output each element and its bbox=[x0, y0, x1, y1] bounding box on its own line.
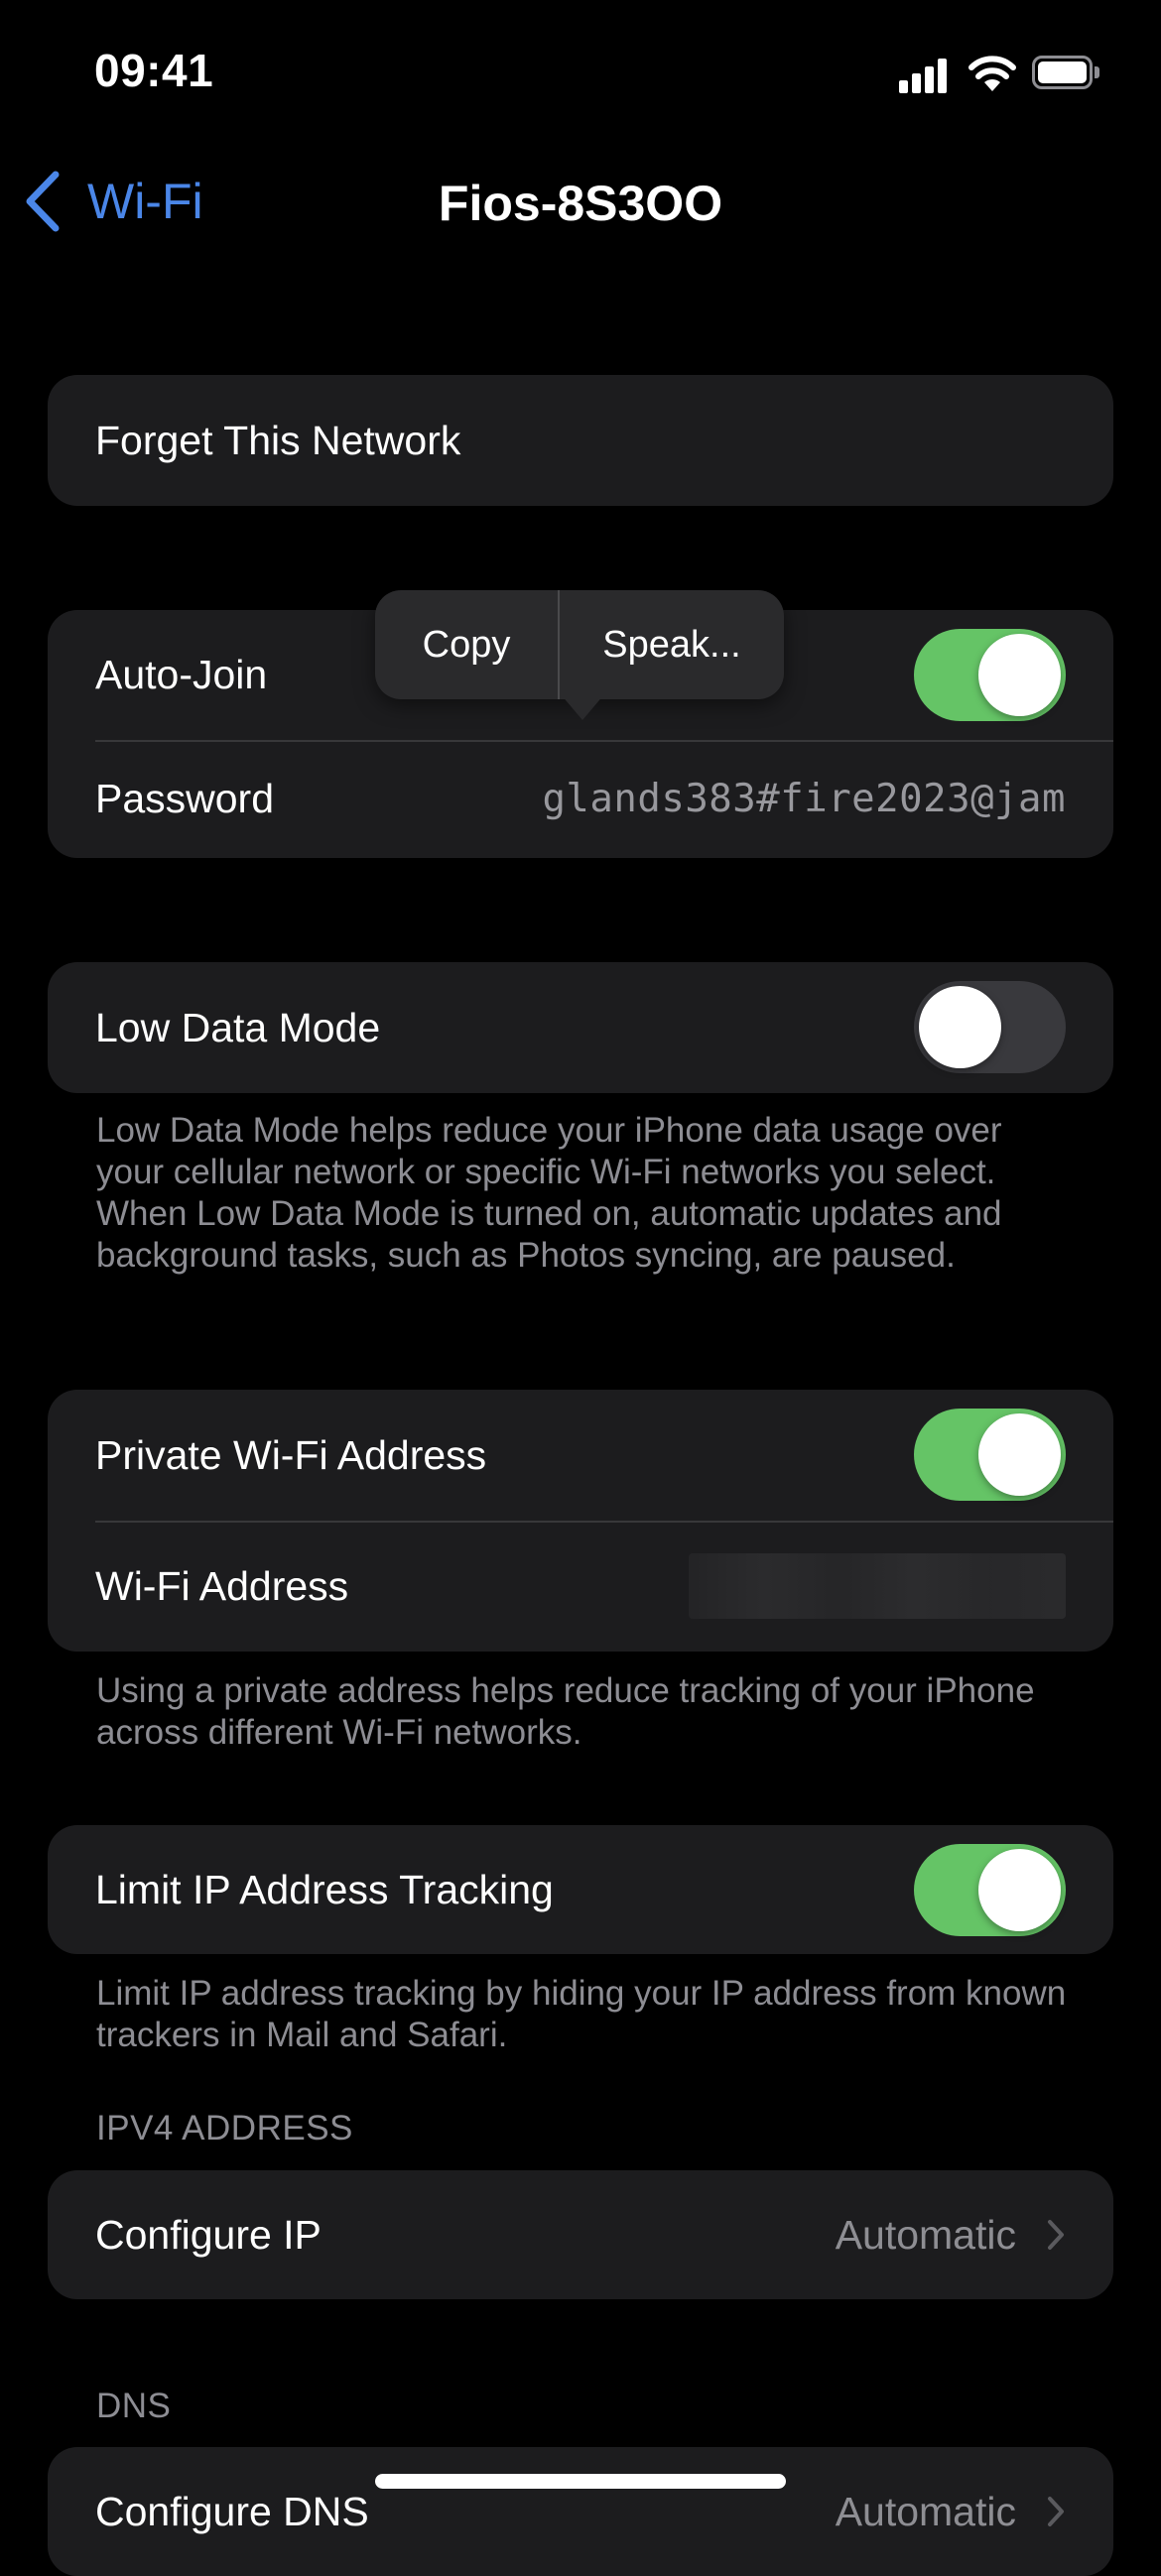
page-title: Fios-8S3OO bbox=[438, 176, 723, 231]
private-address-footer: Using a private address helps reduce tra… bbox=[96, 1671, 1035, 1752]
ipv4-card: Configure IP Automatic bbox=[48, 2170, 1113, 2299]
toggle-knob bbox=[919, 986, 1001, 1068]
wifi-address-value-redacted bbox=[689, 1553, 1066, 1619]
limit-ip-toggle[interactable] bbox=[914, 1844, 1066, 1936]
auto-join-toggle[interactable] bbox=[914, 629, 1066, 721]
low-data-label: Low Data Mode bbox=[95, 1004, 381, 1050]
status-time: 09:41 bbox=[94, 45, 214, 96]
private-address-toggle[interactable] bbox=[914, 1409, 1066, 1501]
configure-dns-row[interactable]: Configure DNS Automatic bbox=[48, 2447, 1113, 2576]
dns-card: Configure DNS Automatic bbox=[48, 2447, 1113, 2576]
limit-ip-label: Limit IP Address Tracking bbox=[95, 1866, 554, 1912]
configure-ip-row[interactable]: Configure IP Automatic bbox=[48, 2170, 1113, 2299]
copy-button[interactable]: Copy bbox=[375, 590, 558, 699]
forget-network-card: Forget This Network bbox=[48, 375, 1113, 506]
edit-menu-popover: Copy Speak... bbox=[375, 590, 784, 699]
toggle-knob bbox=[978, 1413, 1061, 1496]
toggle-knob bbox=[978, 1849, 1061, 1931]
wifi-address-label: Wi-Fi Address bbox=[95, 1562, 349, 1609]
wifi-address-row: Wi-Fi Address bbox=[48, 1521, 1113, 1652]
configure-dns-label: Configure DNS bbox=[95, 2488, 369, 2534]
chevron-right-icon bbox=[1048, 2497, 1064, 2526]
low-data-footer: Low Data Mode helps reduce your iPhone d… bbox=[96, 1111, 1002, 1275]
private-address-label: Private Wi-Fi Address bbox=[95, 1431, 487, 1478]
configure-dns-value: Automatic bbox=[835, 2488, 1016, 2534]
configure-ip-label: Configure IP bbox=[95, 2211, 322, 2258]
speak-button[interactable]: Speak... bbox=[560, 590, 784, 699]
low-data-row: Low Data Mode bbox=[48, 962, 1113, 1093]
battery-icon bbox=[1032, 56, 1101, 91]
low-data-toggle[interactable] bbox=[914, 981, 1066, 1073]
dns-section-header: DNS bbox=[96, 2387, 172, 2425]
forget-network-button[interactable]: Forget This Network bbox=[48, 375, 1113, 506]
limit-ip-row: Limit IP Address Tracking bbox=[48, 1825, 1113, 1954]
chevron-right-icon bbox=[1048, 2220, 1064, 2250]
private-address-card: Private Wi-Fi Address Wi-Fi Address bbox=[48, 1390, 1113, 1652]
home-indicator[interactable] bbox=[375, 2474, 786, 2489]
password-value[interactable]: glands383#fire2023@jam bbox=[542, 777, 1066, 821]
configure-ip-value: Automatic bbox=[835, 2211, 1016, 2258]
cellular-signal-icon bbox=[899, 58, 949, 93]
ipv4-section-header: IPV4 ADDRESS bbox=[96, 2109, 353, 2147]
low-data-card: Low Data Mode bbox=[48, 962, 1113, 1093]
limit-ip-card: Limit IP Address Tracking bbox=[48, 1825, 1113, 1954]
wifi-icon bbox=[968, 52, 1017, 93]
toggle-knob bbox=[978, 634, 1061, 716]
password-row[interactable]: Password glands383#fire2023@jam bbox=[48, 740, 1113, 858]
forget-network-label: Forget This Network bbox=[95, 417, 461, 463]
limit-ip-footer: Limit IP address tracking by hiding your… bbox=[96, 1974, 1067, 2054]
password-label: Password bbox=[95, 776, 275, 821]
popover-arrow bbox=[561, 694, 604, 720]
auto-join-label: Auto-Join bbox=[95, 652, 268, 697]
private-address-row: Private Wi-Fi Address bbox=[48, 1390, 1113, 1521]
